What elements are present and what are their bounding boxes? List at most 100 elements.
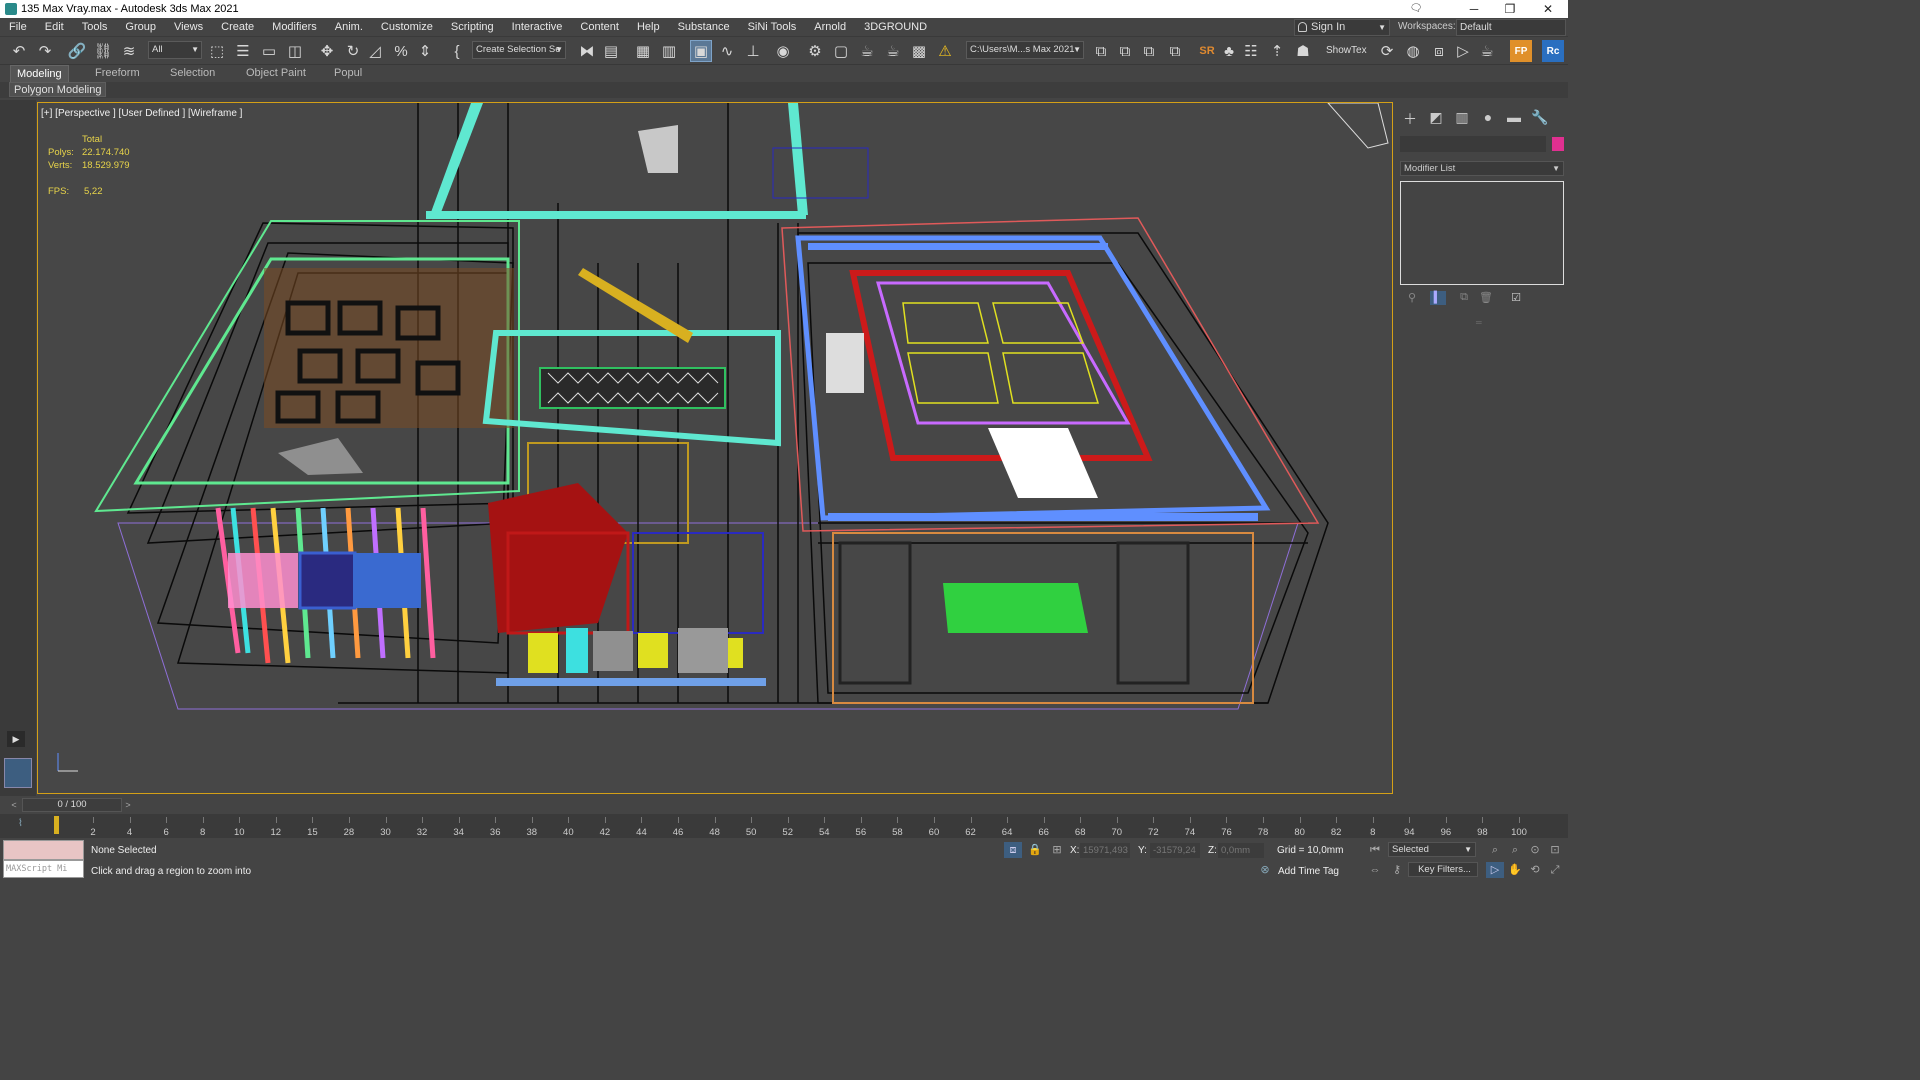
previous-frame-icon[interactable]: <	[8, 798, 20, 812]
list-icon[interactable]: ☷	[1240, 40, 1262, 62]
menu-views[interactable]: Views	[165, 18, 212, 37]
render-production-icon[interactable]: ☕	[856, 40, 878, 62]
rendered-frame-window-icon[interactable]: ▢	[830, 40, 852, 62]
rectangular-selection-icon[interactable]: ▭	[258, 40, 280, 62]
zoom-icon[interactable]: ⌕	[1486, 842, 1504, 858]
set-key-icon[interactable]: ⚷	[1388, 862, 1406, 878]
time-tag-icon[interactable]: ⊗	[1256, 862, 1274, 878]
modify-tab-icon[interactable]: ◩	[1425, 109, 1447, 129]
menu-substance[interactable]: Substance	[669, 18, 739, 37]
fp-button[interactable]: FP	[1510, 40, 1532, 62]
display-tab-icon[interactable]: ▬	[1503, 109, 1525, 129]
maxscript-mini-listener[interactable]: MAXScript Mi	[3, 860, 84, 878]
tab-selection[interactable]: Selection	[170, 65, 215, 82]
close-button[interactable]: ✕	[1530, 0, 1566, 18]
warning-icon[interactable]: ⚠	[934, 40, 956, 62]
window-crossing-icon[interactable]: ◫	[284, 40, 306, 62]
render-grid-icon[interactable]: ▩	[908, 40, 930, 62]
ribbon-toggle-icon[interactable]: ▣	[690, 40, 712, 62]
script-tool-4-icon[interactable]: ⧉	[1164, 40, 1186, 62]
select-move-icon[interactable]: ✥	[316, 40, 338, 62]
go-to-start-icon[interactable]: ⏮	[1366, 842, 1384, 858]
menu-edit[interactable]: Edit	[36, 18, 73, 37]
selection-lock-icon[interactable]: 🔒	[1026, 842, 1044, 858]
perspective-viewport[interactable]: [+] [Perspective ] [User Defined ] [Wire…	[37, 102, 1393, 794]
pan-icon[interactable]: ✋	[1506, 862, 1524, 878]
teapot-icon[interactable]: ☕	[1476, 40, 1498, 62]
select-object-icon[interactable]: ⬚	[206, 40, 228, 62]
workspace-dropdown[interactable]: Default	[1456, 19, 1566, 36]
menu-content[interactable]: Content	[571, 18, 628, 37]
z-coordinate-field[interactable]: 0,0mm	[1218, 843, 1264, 858]
play-tool-icon[interactable]: ▷	[1452, 40, 1474, 62]
maxscript-listener-top[interactable]	[3, 840, 84, 860]
menu-modifiers[interactable]: Modifiers	[263, 18, 326, 37]
unlink-icon[interactable]: ⛓	[92, 40, 114, 62]
absolute-mode-icon[interactable]: ⊞	[1048, 842, 1066, 858]
zoom-extents-icon[interactable]: ⊙	[1526, 842, 1544, 858]
time-slider[interactable]: < 0 / 100 >	[0, 796, 1568, 814]
tab-object-paint[interactable]: Object Paint	[246, 65, 306, 82]
polygon-modeling-button[interactable]: Polygon Modeling	[9, 82, 107, 97]
sr-button[interactable]: SR	[1196, 40, 1218, 62]
time-slider-thumb[interactable]: 0 / 100	[22, 798, 122, 812]
menu-scripting[interactable]: Scripting	[442, 18, 503, 37]
viewport-label[interactable]: [+] [Perspective ] [User Defined ] [Wire…	[41, 108, 242, 119]
tab-modeling[interactable]: Modeling	[10, 65, 69, 82]
motion-tab-icon[interactable]: ●	[1477, 109, 1499, 129]
pin-icon[interactable]: ⇡	[1266, 40, 1288, 62]
selection-filter-dropdown[interactable]: All ▼	[148, 41, 202, 59]
play-icon[interactable]: ▶	[7, 731, 25, 747]
tab-freeform[interactable]: Freeform	[95, 65, 140, 82]
select-scale-icon[interactable]: ◿	[364, 40, 386, 62]
maximize-button[interactable]: ❐	[1492, 0, 1528, 18]
render-setup-icon[interactable]: ⚙	[804, 40, 826, 62]
named-selection-dropdown[interactable]: Create Selection Se ▼	[472, 41, 566, 59]
viewport-layout-icon[interactable]	[4, 758, 32, 788]
key-filters-button[interactable]: Key Filters...	[1408, 862, 1478, 877]
select-rotate-icon[interactable]: ↻	[342, 40, 364, 62]
current-frame-marker[interactable]	[54, 816, 59, 834]
menu-tools[interactable]: Tools	[73, 18, 117, 37]
align-icon[interactable]: ▤	[600, 40, 622, 62]
y-coordinate-field[interactable]: -31579,24	[1150, 843, 1200, 858]
script-tool-1-icon[interactable]: ⧉	[1090, 40, 1112, 62]
select-by-name-icon[interactable]: ☰	[232, 40, 254, 62]
add-time-tag[interactable]: Add Time Tag	[1278, 866, 1339, 877]
edit-named-selection-icon[interactable]: {	[446, 40, 468, 62]
create-tab-icon[interactable]: ＋	[1399, 109, 1421, 129]
zoom-all-icon[interactable]: ⌕	[1506, 842, 1524, 858]
menu-interactive[interactable]: Interactive	[503, 18, 572, 37]
menu-arnold[interactable]: Arnold	[805, 18, 855, 37]
showtex-button[interactable]: ShowTex	[1326, 45, 1367, 56]
maximize-viewport-icon[interactable]: ⤢	[1546, 862, 1564, 878]
scene-explorer-icon[interactable]: ▦	[632, 40, 654, 62]
menu-3dground[interactable]: 3DGROUND	[855, 18, 936, 37]
pin-stack-icon[interactable]: ⚲	[1404, 291, 1420, 305]
script-tool-2-icon[interactable]: ⧉	[1114, 40, 1136, 62]
minimize-button[interactable]: ─	[1456, 0, 1492, 18]
tab-populate[interactable]: Popul	[334, 65, 362, 82]
link-icon[interactable]: 🔗	[66, 40, 88, 62]
menu-animation[interactable]: Anim.	[326, 18, 372, 37]
sign-in-dropdown[interactable]: Sign In ▼	[1294, 19, 1390, 36]
hierarchy-tab-icon[interactable]: ▥	[1451, 109, 1473, 129]
utilities-tab-icon[interactable]: 🔧	[1529, 109, 1551, 129]
orbit-icon[interactable]: ⟲	[1526, 862, 1544, 878]
track-bar[interactable]: ⌇ 2 4 6 8 10 12 15 28 30 32 34 36 38 40 42 44 46 48 50 52 54…	[0, 814, 1568, 838]
x-coordinate-field[interactable]: 15971,493	[1080, 843, 1130, 858]
modifier-stack[interactable]	[1400, 181, 1564, 285]
next-frame-icon[interactable]: >	[122, 798, 134, 812]
mirror-icon[interactable]: ⧓	[576, 40, 598, 62]
object-color-swatch[interactable]	[1552, 137, 1564, 151]
menu-sini-tools[interactable]: SiNi Tools	[739, 18, 806, 37]
mini-curve-editor-icon[interactable]: ⌇	[18, 818, 23, 829]
refresh-icon[interactable]: ⟳	[1376, 40, 1398, 62]
key-mode-toggle-icon[interactable]: ⇔	[1366, 862, 1384, 878]
layer-explorer-icon[interactable]: ▥	[658, 40, 680, 62]
script-tool-3-icon[interactable]: ⧉	[1138, 40, 1160, 62]
menu-help[interactable]: Help	[628, 18, 669, 37]
modifier-list-dropdown[interactable]: Modifier List ▼	[1400, 161, 1564, 176]
project-folder-dropdown[interactable]: C:\Users\M...s Max 2021 ▼	[966, 41, 1084, 59]
bind-space-warp-icon[interactable]: ≋	[118, 40, 140, 62]
